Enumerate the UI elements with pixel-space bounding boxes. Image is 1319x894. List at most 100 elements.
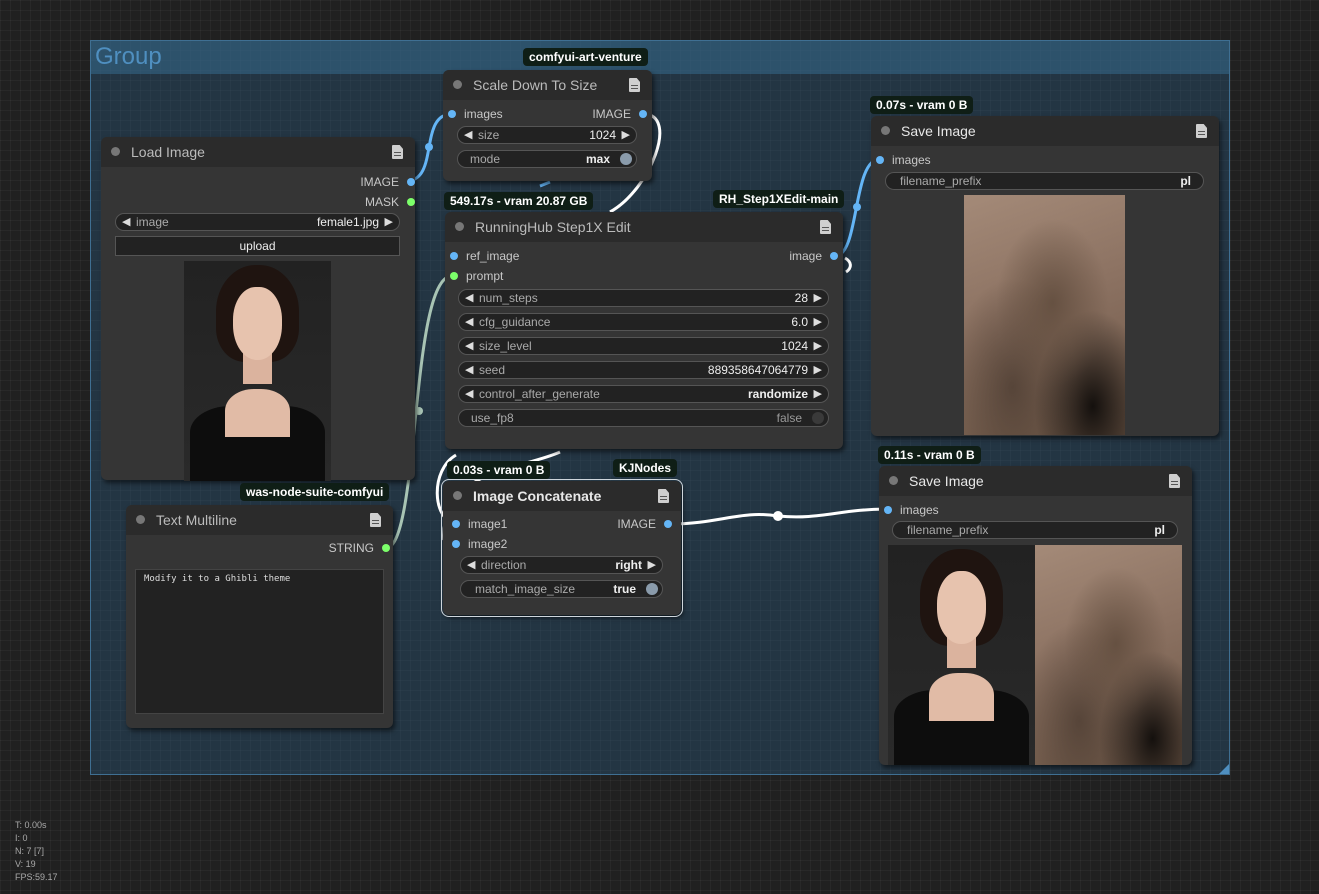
output-dot[interactable] <box>382 544 390 552</box>
right-arrow-icon[interactable]: ▶ <box>648 557 656 573</box>
right-arrow-icon[interactable]: ▶ <box>622 127 630 143</box>
input-dot[interactable] <box>448 110 456 118</box>
input-dot[interactable] <box>452 540 460 548</box>
save-image-node-2[interactable]: Save Image images filename_prefix pl <box>879 466 1192 765</box>
doc-icon[interactable] <box>629 78 640 92</box>
output-mask[interactable]: MASK <box>365 194 415 210</box>
image-concatenate-node[interactable]: Image Concatenate image1 image2 IMAGE ◀ … <box>441 479 683 617</box>
input-dot[interactable] <box>452 520 460 528</box>
left-arrow-icon[interactable]: ◀ <box>465 314 473 330</box>
image-combo-widget[interactable]: ◀ image female1.jpg ▶ <box>115 213 400 231</box>
link-step1x-out-hook <box>844 256 852 274</box>
input-dot[interactable] <box>876 156 884 164</box>
output-dot[interactable] <box>407 178 415 186</box>
input-prompt[interactable]: prompt <box>450 268 503 284</box>
output-dot[interactable] <box>639 110 647 118</box>
widget-label: size <box>478 128 500 142</box>
toggle-knob[interactable] <box>812 412 824 424</box>
node-header[interactable]: Save Image <box>871 116 1219 146</box>
collapse-dot[interactable] <box>453 491 462 500</box>
widget-value: 1024 <box>589 128 616 142</box>
text-multiline-node[interactable]: Text Multiline STRING Modify it to a Ghi… <box>126 505 393 728</box>
control-after-generate-widget[interactable]: ◀ control_after_generate randomize ▶ <box>458 385 829 403</box>
doc-icon[interactable] <box>392 145 403 159</box>
collapse-dot[interactable] <box>455 222 464 231</box>
direction-combo-widget[interactable]: ◀ direction right ▶ <box>460 556 663 574</box>
right-arrow-icon[interactable]: ▶ <box>814 338 822 354</box>
toggle-knob[interactable] <box>620 153 632 165</box>
upload-button[interactable]: upload <box>115 236 400 256</box>
step1x-edit-node[interactable]: RunningHub Step1X Edit ref_image prompt … <box>445 212 843 449</box>
input-images[interactable]: images <box>876 152 931 168</box>
collapse-dot[interactable] <box>453 80 462 89</box>
output-image[interactable]: IMAGE <box>617 516 672 532</box>
match-image-size-toggle-widget[interactable]: match_image_size true <box>460 580 663 598</box>
input-images[interactable]: images <box>884 502 939 518</box>
seed-widget[interactable]: ◀ seed 889358647064779 ▶ <box>458 361 829 379</box>
left-arrow-icon[interactable]: ◀ <box>465 386 473 402</box>
widget-value: right <box>615 558 642 572</box>
collapse-dot[interactable] <box>136 515 145 524</box>
right-arrow-icon[interactable]: ▶ <box>814 362 822 378</box>
collapse-dot[interactable] <box>111 147 120 156</box>
output-string[interactable]: STRING <box>329 540 390 556</box>
node-header[interactable]: Image Concatenate <box>443 481 681 511</box>
save-image-node-1[interactable]: Save Image images filename_prefix pl <box>871 116 1219 436</box>
left-arrow-icon[interactable]: ◀ <box>464 127 472 143</box>
left-arrow-icon[interactable]: ◀ <box>467 557 475 573</box>
scale-down-node[interactable]: Scale Down To Size images IMAGE ◀ size 1… <box>443 70 652 181</box>
filename-prefix-widget[interactable]: filename_prefix pl <box>885 172 1204 190</box>
size-number-widget[interactable]: ◀ size 1024 ▶ <box>457 126 637 144</box>
load-image-node[interactable]: Load Image IMAGE MASK ◀ image female1.jp… <box>101 137 415 481</box>
slot-label: IMAGE <box>592 107 631 121</box>
node-header[interactable]: Save Image <box>879 466 1192 496</box>
input-images[interactable]: images <box>448 106 503 122</box>
stat-iterations: I: 0 <box>15 833 28 843</box>
input-ref-image[interactable]: ref_image <box>450 248 519 264</box>
doc-icon[interactable] <box>370 513 381 527</box>
input-dot[interactable] <box>450 272 458 280</box>
left-arrow-icon[interactable]: ◀ <box>465 290 473 306</box>
right-arrow-icon[interactable]: ▶ <box>814 386 822 402</box>
doc-icon[interactable] <box>1169 474 1180 488</box>
node-header[interactable]: RunningHub Step1X Edit <box>445 212 843 242</box>
node-header[interactable]: Text Multiline <box>126 505 393 535</box>
output-dot[interactable] <box>830 252 838 260</box>
input-dot[interactable] <box>450 252 458 260</box>
input-image2[interactable]: image2 <box>452 536 507 552</box>
slot-label: image2 <box>468 537 508 551</box>
left-arrow-icon[interactable]: ◀ <box>122 214 130 230</box>
use-fp8-toggle-widget[interactable]: use_fp8 false <box>458 409 829 427</box>
node-header[interactable]: Scale Down To Size <box>443 70 652 100</box>
slot-label: images <box>900 503 939 517</box>
right-arrow-icon[interactable]: ▶ <box>814 314 822 330</box>
execution-time-badge: 549.17s - vram 20.87 GB <box>444 192 594 210</box>
cfg-guidance-widget[interactable]: ◀ cfg_guidance 6.0 ▶ <box>458 313 829 331</box>
mode-toggle-widget[interactable]: mode max <box>457 150 637 168</box>
output-image[interactable]: IMAGE <box>360 174 415 190</box>
execution-time-badge: 0.03s - vram 0 B <box>447 461 551 479</box>
prompt-textarea[interactable]: Modify it to a Ghibli theme <box>135 569 384 714</box>
output-dot[interactable] <box>407 198 415 206</box>
doc-icon[interactable] <box>1196 124 1207 138</box>
num-steps-widget[interactable]: ◀ num_steps 28 ▶ <box>458 289 829 307</box>
toggle-knob[interactable] <box>646 583 658 595</box>
collapse-dot[interactable] <box>881 126 890 135</box>
slot-label: images <box>892 153 931 167</box>
doc-icon[interactable] <box>820 220 831 234</box>
right-arrow-icon[interactable]: ▶ <box>385 214 393 230</box>
output-image[interactable]: image <box>789 248 838 264</box>
node-header[interactable]: Load Image <box>101 137 415 167</box>
concat-preview-left-image <box>888 545 1035 765</box>
output-dot[interactable] <box>664 520 672 528</box>
filename-prefix-widget[interactable]: filename_prefix pl <box>892 521 1178 539</box>
input-image1[interactable]: image1 <box>452 516 507 532</box>
doc-icon[interactable] <box>658 489 669 503</box>
right-arrow-icon[interactable]: ▶ <box>814 290 822 306</box>
left-arrow-icon[interactable]: ◀ <box>465 338 473 354</box>
collapse-dot[interactable] <box>889 476 898 485</box>
left-arrow-icon[interactable]: ◀ <box>465 362 473 378</box>
output-image[interactable]: IMAGE <box>592 106 647 122</box>
size-level-widget[interactable]: ◀ size_level 1024 ▶ <box>458 337 829 355</box>
input-dot[interactable] <box>884 506 892 514</box>
